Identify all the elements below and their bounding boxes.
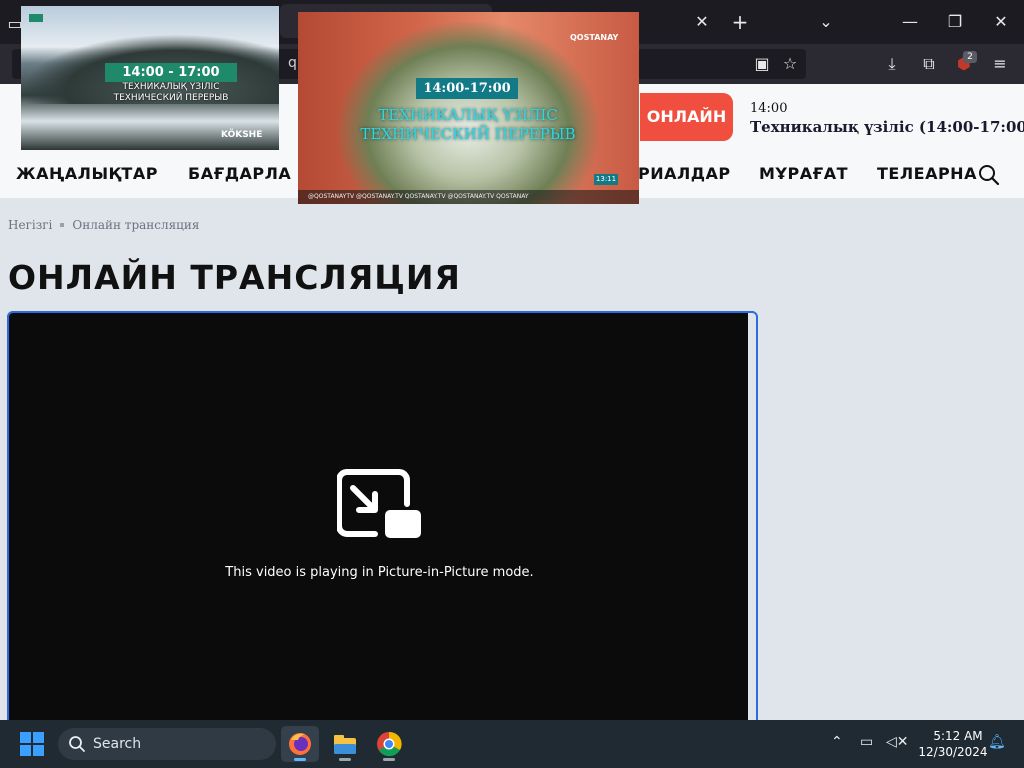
menu-item-serials[interactable]: РИАЛДАР xyxy=(638,164,731,183)
download-icon[interactable]: ⤓ xyxy=(880,52,904,76)
extensions-icon[interactable]: ⧉ xyxy=(917,52,941,76)
search-icon[interactable] xyxy=(978,164,1000,186)
pip-time-label: 14:00-17:00 xyxy=(416,78,518,99)
breadcrumb-current: Онлайн трансляция xyxy=(72,218,200,232)
menu-item-programs[interactable]: БАҒДАРЛА xyxy=(188,164,291,183)
video-player[interactable]: This video is playing in Picture-in-Pict… xyxy=(7,311,758,731)
restore-icon[interactable]: ❐ xyxy=(943,10,967,34)
bookmark-star-icon[interactable]: ☆ xyxy=(778,52,802,76)
taskbar: Search ⌃ ▭ ◁✕ 🔔︎ xyxy=(0,720,1024,768)
extension-badge: 2 xyxy=(963,51,977,63)
menu-icon[interactable]: ≡ xyxy=(988,52,1012,76)
pip-social-strip: @QOSTANAYTV @QOSTANAY.TV QOSTANAY.TV @QO… xyxy=(298,190,639,204)
chrome-icon[interactable] xyxy=(370,726,408,762)
minimize-icon[interactable]: — xyxy=(898,10,922,34)
pip-caption: ТЕХНИКАЛЫҚ ҮЗІЛІС ТЕХНИЧЕСКИЙ ПЕРЕРЫВ xyxy=(338,106,598,144)
breadcrumb-home[interactable]: Негізгі xyxy=(8,218,52,232)
network-icon[interactable]: ▭ xyxy=(860,734,873,750)
pip-toggle-icon[interactable]: ▣ xyxy=(750,52,774,76)
page-title: ОНЛАЙН ТРАНСЛЯЦИЯ xyxy=(8,258,461,297)
menu-item-archive[interactable]: МҰРАҒАТ xyxy=(759,164,848,183)
schedule-time: 14:00 xyxy=(750,101,788,116)
pip-window-1[interactable]: 14:00 - 17:00 ТЕХНИКАЛЫҚ ҮЗІЛІС ТЕХНИЧЕС… xyxy=(21,6,279,150)
online-button[interactable]: ОНЛАЙН xyxy=(640,93,733,141)
pip-caption: ТЕХНИКАЛЫҚ ҮЗІЛІС ТЕХНИЧЕСКИЙ ПЕРЕРЫВ xyxy=(91,82,251,104)
notification-bell-icon[interactable]: 🔔︎ xyxy=(988,734,1006,750)
windows-start-icon[interactable] xyxy=(20,732,44,756)
volume-muted-icon[interactable]: ◁✕ xyxy=(886,734,909,750)
folder-glyph xyxy=(334,735,356,754)
pip-caption-line: ТЕХНИКАЛЫҚ ҮЗІЛІС xyxy=(378,106,558,124)
chevron-down-icon[interactable]: ⌄ xyxy=(814,10,838,34)
running-indicator xyxy=(339,758,351,761)
pip-caption-line: ТЕХНИЧЕСКИЙ ПЕРЕРЫВ xyxy=(113,93,229,103)
pip-caption-line: ТЕХНИКАЛЫҚ ҮЗІЛІС xyxy=(122,82,220,92)
active-indicator xyxy=(294,758,306,761)
pip-window-2[interactable]: QOSTANAY 14:00-17:00 ТЕХНИКАЛЫҚ ҮЗІЛІС Т… xyxy=(298,12,639,204)
pip-time-label: 14:00 - 17:00 xyxy=(105,63,237,82)
chevron-up-icon[interactable]: ⌃ xyxy=(831,734,843,750)
channel-logo: QOSTANAY xyxy=(570,33,619,42)
new-tab-icon[interactable]: + xyxy=(728,10,752,34)
search-icon xyxy=(69,736,85,752)
schedule-title[interactable]: Техникалық үзіліс (14:00-17:00) xyxy=(750,118,1024,136)
chrome-glyph xyxy=(377,731,402,757)
firefox-glyph xyxy=(289,733,311,755)
pip-caption-line: ТЕХНИЧЕСКИЙ ПЕРЕРЫВ xyxy=(360,125,576,143)
menu-item-news[interactable]: ЖАҢАЛЫҚТАР xyxy=(16,164,158,183)
file-explorer-icon[interactable] xyxy=(326,726,364,762)
channel-mini-logo xyxy=(29,14,43,22)
taskbar-search[interactable]: Search xyxy=(58,728,276,760)
channel-logo: KÖKSHE xyxy=(221,130,263,140)
search-placeholder: Search xyxy=(93,736,142,752)
url-text: q xyxy=(288,55,297,71)
pip-clock: 13:11 xyxy=(594,174,618,185)
breadcrumb: Негізгі Онлайн трансляция xyxy=(8,218,199,232)
pip-message: This video is playing in Picture-in-Pict… xyxy=(225,565,534,580)
firefox-icon[interactable] xyxy=(281,726,319,762)
menu-item-channel[interactable]: ТЕЛЕАРНА xyxy=(877,164,977,183)
breadcrumb-separator xyxy=(60,222,65,227)
picture-in-picture-icon xyxy=(337,469,421,538)
close-tab-icon[interactable]: ✕ xyxy=(690,10,714,34)
taskbar-time[interactable]: 5:12 AM xyxy=(928,729,988,743)
taskbar-date[interactable]: 12/30/2024 xyxy=(918,745,988,759)
close-icon[interactable]: ✕ xyxy=(989,10,1013,34)
running-indicator xyxy=(383,758,395,761)
